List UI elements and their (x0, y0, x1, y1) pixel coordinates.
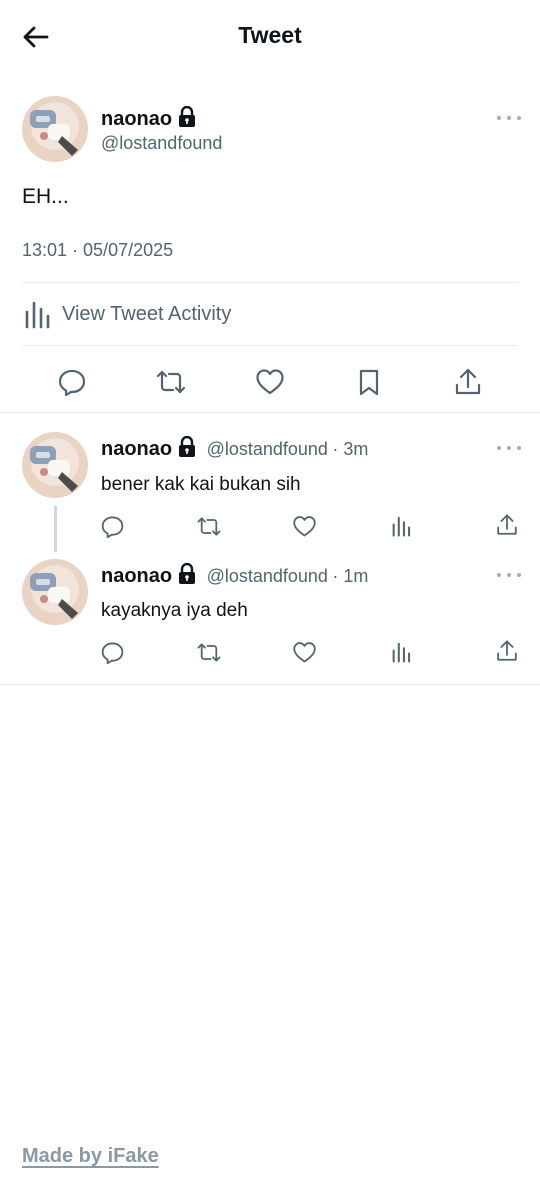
share-icon (497, 514, 517, 535)
share-button[interactable] (450, 364, 486, 400)
lock-icon (179, 563, 196, 584)
avatar[interactable] (22, 559, 88, 625)
author-line: naonao (101, 106, 196, 131)
author-name[interactable]: naonao (101, 565, 172, 587)
made-by-link[interactable]: Made by iFake (22, 1145, 159, 1168)
reply-button[interactable] (98, 638, 126, 666)
analytics-button[interactable] (389, 638, 413, 666)
retweet-button[interactable] (153, 364, 189, 400)
analytics-icon (392, 642, 411, 663)
divider (0, 684, 540, 685)
more-options-icon[interactable] (497, 569, 521, 581)
avatar[interactable] (22, 96, 88, 162)
author-name[interactable]: naonao (101, 108, 172, 130)
reply-button[interactable] (98, 512, 126, 540)
like-icon (256, 369, 284, 395)
tweet-action-bar (22, 356, 518, 404)
view-tweet-activity-label: View Tweet Activity (62, 302, 232, 325)
reply-time[interactable]: · 3m (332, 439, 368, 459)
author-handle[interactable]: @lostandfound (101, 133, 222, 154)
reply-icon (101, 516, 123, 538)
reply-icon (101, 642, 123, 664)
reply-time[interactable]: · 1m (332, 566, 368, 586)
share-icon (455, 368, 481, 395)
reply-icon (58, 369, 86, 396)
page-title: Tweet (238, 22, 302, 48)
retweet-button[interactable] (194, 638, 224, 666)
share-button[interactable] (493, 511, 521, 539)
like-icon (292, 515, 316, 536)
bookmark-icon (359, 369, 379, 396)
author-handle[interactable]: @lostandfound (207, 439, 328, 459)
divider (22, 345, 518, 346)
avatar[interactable] (22, 432, 88, 498)
reply-text: kayaknya iya deh (101, 600, 248, 621)
divider (0, 412, 540, 413)
share-button[interactable] (493, 637, 521, 665)
author-name[interactable]: naonao (101, 438, 172, 460)
top-bar: Tweet (0, 0, 540, 76)
reply-author-line: naonao @lostandfound · 3m (101, 436, 368, 461)
analytics-icon (25, 301, 50, 329)
more-options-icon[interactable] (497, 442, 521, 454)
lock-icon (179, 436, 196, 457)
share-icon (497, 640, 517, 661)
divider (22, 282, 518, 283)
like-button[interactable] (290, 638, 318, 666)
thread-line (54, 506, 57, 552)
analytics-button[interactable] (389, 512, 413, 540)
retweet-icon (156, 370, 186, 394)
reply-author-line: naonao @lostandfound · 1m (101, 563, 368, 588)
retweet-icon (197, 642, 221, 662)
tweet-text: EH... (22, 185, 69, 208)
retweet-icon (197, 516, 221, 536)
reply-text: bener kak kai bukan sih (101, 474, 301, 495)
retweet-button[interactable] (194, 512, 224, 540)
author-handle[interactable]: @lostandfound (207, 566, 328, 586)
like-icon (292, 641, 316, 662)
avatar-image (22, 559, 88, 625)
reply-button[interactable] (54, 364, 90, 400)
tweet-timestamp[interactable]: 13:01 · 05/07/2025 (22, 240, 173, 261)
view-tweet-activity[interactable]: View Tweet Activity (22, 296, 231, 332)
like-button[interactable] (252, 364, 288, 400)
lock-icon (179, 106, 196, 127)
avatar-image (22, 432, 88, 498)
bookmark-button[interactable] (351, 364, 387, 400)
avatar-image (22, 96, 88, 162)
more-options-icon[interactable] (497, 112, 521, 124)
analytics-icon (392, 516, 411, 537)
like-button[interactable] (290, 512, 318, 540)
